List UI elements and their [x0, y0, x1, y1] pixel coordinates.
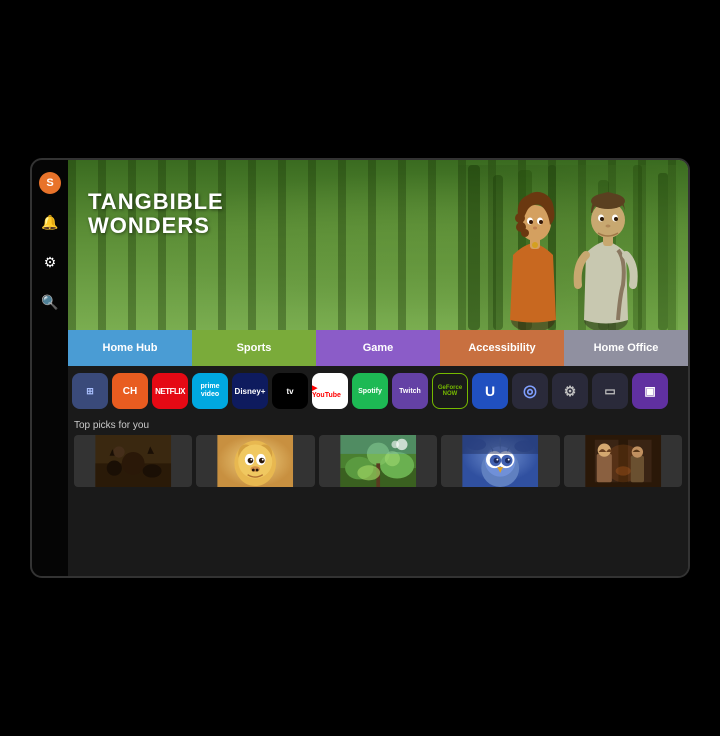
picks-grid: [74, 435, 682, 487]
app-settings-app[interactable]: ⚙: [552, 373, 588, 409]
user-avatar[interactable]: S: [39, 172, 61, 194]
tab-home-office[interactable]: Home Office: [564, 330, 688, 366]
app-prime-video[interactable]: prime video: [192, 373, 228, 409]
app-youtube[interactable]: ▶ YouTube: [312, 373, 348, 409]
hero-banner: TANGBIBLE WONDERS: [68, 160, 688, 330]
app-spotify[interactable]: Spotify: [352, 373, 388, 409]
app-ch[interactable]: CH: [112, 373, 148, 409]
settings-icon[interactable]: ⚙: [38, 250, 62, 274]
pick-thumbnail-1[interactable]: [74, 435, 192, 487]
apps-row: ⊞CHNETFLIXprime videoDisney+tv▶ YouTubeS…: [68, 366, 688, 416]
bell-icon[interactable]: 🔔: [38, 210, 62, 234]
pick-thumbnail-3[interactable]: [319, 435, 437, 487]
search-icon[interactable]: 🔍: [38, 290, 62, 314]
app-twitch[interactable]: Twitch: [392, 373, 428, 409]
app-monitor-app[interactable]: ▭: [592, 373, 628, 409]
pick-thumbnail-4[interactable]: [441, 435, 559, 487]
tab-sports[interactable]: Sports: [192, 330, 316, 366]
main-content: TANGBIBLE WONDERS: [68, 160, 688, 576]
app-all-apps[interactable]: ⊞: [72, 373, 108, 409]
pick-thumbnail-2[interactable]: [196, 435, 314, 487]
app-purple-app[interactable]: ▣: [632, 373, 668, 409]
pick-thumbnail-5[interactable]: [564, 435, 682, 487]
app-disney-plus[interactable]: Disney+: [232, 373, 268, 409]
app-u-app[interactable]: U: [472, 373, 508, 409]
tv-screen: S 🔔 ⚙ 🔍 TANGBIBLE WONDERS: [30, 158, 690, 578]
picks-label: Top picks for you: [74, 420, 682, 431]
app-geforce-now[interactable]: GeForce NOW: [432, 373, 468, 409]
app-netflix[interactable]: NETFLIX: [152, 373, 188, 409]
picks-section: Top picks for you: [68, 416, 688, 576]
app-apple-tv[interactable]: tv: [272, 373, 308, 409]
nav-tabs: Home HubSportsGameAccessibilityHome Offi…: [68, 330, 688, 366]
hero-title: TANGBIBLE WONDERS: [88, 190, 224, 238]
tab-accessibility[interactable]: Accessibility: [440, 330, 564, 366]
sidebar: S 🔔 ⚙ 🔍: [32, 160, 68, 576]
tab-game[interactable]: Game: [316, 330, 440, 366]
app-circle-app[interactable]: ◎: [512, 373, 548, 409]
hero-characters: [458, 165, 678, 330]
tab-home-hub[interactable]: Home Hub: [68, 330, 192, 366]
